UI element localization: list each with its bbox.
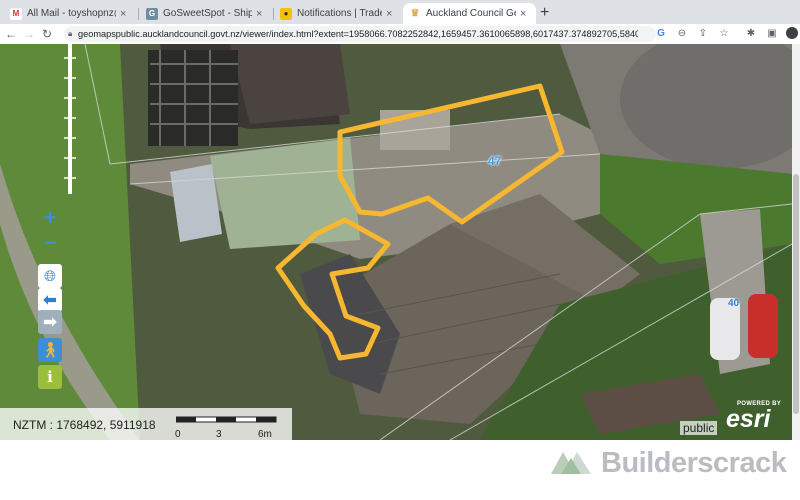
- aucklandcouncil-icon: ♛: [409, 7, 421, 20]
- lock-icon: 🔒︎: [68, 29, 73, 38]
- aerial-map[interactable]: 47 40 + − 🌐︎ ⬅ ➡ 🚶︎ i NZTM : 1768492, 59…: [0, 44, 792, 440]
- watermark-area: Builderscrack: [0, 440, 800, 500]
- street-view-icon[interactable]: 🚶︎: [38, 338, 62, 362]
- url-text[interactable]: geomapspublic.aucklandcouncil.govt.nz/vi…: [78, 29, 638, 39]
- browser-window: M All Mail - toyshopnz@gmail.co × G GoSw…: [0, 0, 800, 440]
- scale-label-0: 0: [175, 429, 181, 440]
- gmail-icon: M: [10, 7, 22, 20]
- close-icon[interactable]: ×: [120, 8, 130, 20]
- tab-trademe[interactable]: ● Notifications | Trade Me ×: [274, 3, 402, 24]
- tab-gmail[interactable]: M All Mail - toyshopnz@gmail.co ×: [4, 3, 136, 24]
- property-number-label: 47: [488, 154, 502, 168]
- browser-toolbar: ← → ↻ 🔒︎ geomapspublic.aucklandcouncil.g…: [0, 24, 800, 44]
- zoom-out-button[interactable]: −: [38, 230, 62, 255]
- neighbour-number-label: 40: [728, 298, 740, 309]
- close-icon[interactable]: ×: [520, 8, 530, 20]
- google-icon[interactable]: G: [654, 26, 668, 40]
- gosweetspot-icon: G: [146, 7, 158, 20]
- new-tab-button[interactable]: +: [540, 4, 549, 22]
- scale-bar: [176, 416, 277, 423]
- scale-label-3: 3: [216, 429, 222, 440]
- tab-title: Notifications | Trade Me: [297, 8, 382, 19]
- zoom-icon[interactable]: ⊖: [675, 26, 689, 40]
- previous-extent-icon[interactable]: ⬅: [38, 288, 62, 312]
- aerial-imagery: [0, 44, 792, 440]
- builderscrack-watermark: Builderscrack: [601, 447, 787, 479]
- globe-icon[interactable]: 🌐︎: [38, 264, 62, 288]
- share-icon[interactable]: ⇪: [696, 26, 710, 40]
- profile-avatar[interactable]: [786, 27, 798, 39]
- tab-strip: M All Mail - toyshopnz@gmail.co × G GoSw…: [0, 0, 800, 24]
- address-bar[interactable]: 🔒︎ geomapspublic.aucklandcouncil.govt.nz…: [64, 26, 656, 42]
- tab-title: GoSweetSpot - Ship: [163, 8, 252, 19]
- coordinate-scale-panel: NZTM : 1768492, 5911918 0 3 6m: [0, 408, 292, 440]
- basemap-label: public: [680, 421, 718, 435]
- trademe-icon: ●: [280, 7, 292, 20]
- next-extent-icon[interactable]: ➡: [38, 310, 62, 334]
- reload-icon[interactable]: ↻: [38, 25, 56, 43]
- tab-gosweetspot[interactable]: G GoSweetSpot - Ship ×: [140, 3, 272, 24]
- coordinate-readout: NZTM : 1768492, 5911918: [13, 418, 156, 432]
- close-icon[interactable]: ×: [256, 8, 266, 20]
- close-icon[interactable]: ×: [386, 8, 396, 20]
- scale-label-6m: 6m: [258, 429, 272, 440]
- extensions-icon[interactable]: ✱: [744, 26, 758, 40]
- tab-auckland-geomaps[interactable]: ♛ Auckland Council GeoMaps ×: [403, 3, 536, 24]
- scroll-thumb[interactable]: [793, 174, 799, 414]
- page-scrollbar[interactable]: [792, 44, 800, 440]
- builderscrack-logo-icon: [551, 452, 591, 474]
- tab-title: Auckland Council GeoMaps: [426, 8, 516, 19]
- back-icon[interactable]: ←: [2, 25, 20, 43]
- info-icon[interactable]: i: [38, 365, 62, 389]
- sidepanel-icon[interactable]: ▣: [765, 26, 779, 40]
- esri-logo: esri: [726, 405, 771, 433]
- tab-title: All Mail - toyshopnz@gmail.co: [27, 8, 116, 19]
- bookmark-star-icon[interactable]: ☆: [717, 26, 731, 40]
- forward-icon[interactable]: →: [20, 25, 38, 43]
- zoom-in-button[interactable]: +: [38, 205, 62, 230]
- toolbar-actions: G ⊖ ⇪ ☆ ✱ ▣ ⋮: [654, 26, 800, 40]
